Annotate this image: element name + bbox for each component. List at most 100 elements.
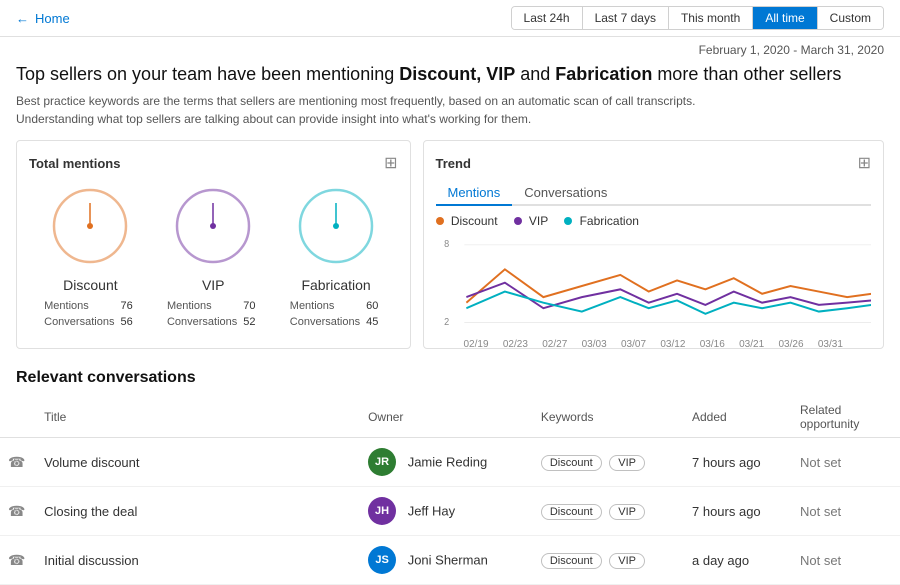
title-prefix: Top sellers on your team have been menti… bbox=[16, 64, 399, 84]
keyword-badge-vip-0[interactable]: VIP bbox=[609, 455, 645, 471]
th-opportunity: Related opportunity bbox=[792, 397, 900, 438]
x-label-0303: 03/03 bbox=[582, 339, 607, 350]
keyword-badge-discount-0[interactable]: Discount bbox=[541, 455, 602, 471]
svg-text:2: 2 bbox=[444, 317, 449, 328]
filter-last24h[interactable]: Last 24h bbox=[512, 7, 583, 29]
opportunity-cell-0: Not set bbox=[792, 438, 900, 487]
th-keywords: Keywords bbox=[533, 397, 684, 438]
th-title: Title bbox=[36, 397, 360, 438]
share-icon-mentions[interactable]: ⊞ bbox=[384, 153, 397, 173]
phone-icon-cell-2: ☎ bbox=[0, 536, 36, 585]
card-header-trend: Trend ⊞ bbox=[436, 153, 872, 173]
x-label-0219: 02/19 bbox=[464, 339, 489, 350]
breadcrumb[interactable]: ← Home bbox=[16, 11, 70, 26]
filter-thismonth[interactable]: This month bbox=[669, 7, 753, 29]
main-title: Top sellers on your team have been menti… bbox=[0, 59, 900, 92]
back-arrow: ← bbox=[16, 11, 29, 26]
legend-discount: Discount bbox=[436, 214, 498, 228]
filter-alltime[interactable]: All time bbox=[753, 7, 817, 29]
time-filters: Last 24h Last 7 days This month All time… bbox=[511, 6, 884, 30]
trend-legend: Discount VIP Fabrication bbox=[436, 214, 872, 228]
legend-dot-fabrication bbox=[564, 217, 572, 225]
legend-dot-vip bbox=[514, 217, 522, 225]
legend-label-vip: VIP bbox=[529, 214, 548, 228]
x-label-0312: 03/12 bbox=[660, 339, 685, 350]
owner-name-0: Jamie Reding bbox=[408, 455, 488, 470]
phone-icon-cell-0: ☎ bbox=[0, 438, 36, 487]
tab-mentions[interactable]: Mentions bbox=[436, 181, 513, 206]
owner-cell-2: JS Joni Sherman bbox=[360, 536, 533, 585]
subtitle-line2: Understanding what top sellers are talki… bbox=[16, 110, 884, 128]
title-cell-0[interactable]: Volume discount bbox=[36, 438, 360, 487]
discount-conv-val: 56 bbox=[120, 315, 136, 329]
x-label-0223: 02/23 bbox=[503, 339, 528, 350]
discount-mentions-val: 76 bbox=[120, 299, 136, 313]
top-nav: ← Home Last 24h Last 7 days This month A… bbox=[0, 0, 900, 37]
discount-label: Discount bbox=[63, 277, 117, 293]
title-keywords: Discount, VIP bbox=[399, 64, 515, 84]
fab-conv-val: 45 bbox=[366, 315, 382, 329]
keyword-badge-discount-2[interactable]: Discount bbox=[541, 553, 602, 569]
owner-name-1: Jeff Hay bbox=[408, 504, 455, 519]
mention-item-fabrication: Fabrication Mentions60 Conversations45 bbox=[288, 181, 385, 331]
avatar-2: JS bbox=[368, 546, 396, 574]
chart-x-labels: 02/19 02/23 02/27 03/03 03/07 03/12 03/1… bbox=[436, 339, 872, 350]
discount-mentions-label: Mentions bbox=[44, 299, 118, 313]
trend-card: Trend ⊞ Mentions Conversations Discount … bbox=[423, 140, 885, 349]
home-label[interactable]: Home bbox=[35, 11, 70, 26]
table-row: ☎ Closing the deal JH Jeff Hay Discount … bbox=[0, 487, 900, 536]
opportunity-cell-2: Not set bbox=[792, 536, 900, 585]
section-title-conversations: Relevant conversations bbox=[0, 361, 900, 397]
cards-row: Total mentions ⊞ Discount Mentions76 C bbox=[0, 140, 900, 361]
filter-last7days[interactable]: Last 7 days bbox=[583, 7, 669, 29]
mentions-items-row: Discount Mentions76 Conversations56 bbox=[29, 181, 398, 331]
legend-label-discount: Discount bbox=[451, 214, 498, 228]
avatar-0: JR bbox=[368, 448, 396, 476]
keyword-badge-discount-1[interactable]: Discount bbox=[541, 504, 602, 520]
th-icon-spacer bbox=[0, 397, 36, 438]
title-cell-2[interactable]: Initial discussion bbox=[36, 536, 360, 585]
phone-icon-cell-1: ☎ bbox=[0, 487, 36, 536]
fabrication-label: Fabrication bbox=[301, 277, 370, 293]
date-range: February 1, 2020 - March 31, 2020 bbox=[0, 37, 900, 59]
legend-vip: VIP bbox=[514, 214, 549, 228]
vip-stats: Mentions70 Conversations52 bbox=[165, 297, 262, 331]
circle-vip bbox=[168, 181, 258, 271]
mention-item-vip: VIP Mentions70 Conversations52 bbox=[165, 181, 262, 331]
table-row: ☎ Initial discussion JS Joni Sherman Dis… bbox=[0, 536, 900, 585]
legend-dot-discount bbox=[436, 217, 444, 225]
svg-text:8: 8 bbox=[444, 239, 449, 250]
fab-mentions-val: 60 bbox=[366, 299, 382, 313]
title-and: and bbox=[515, 64, 555, 84]
keyword-badge-vip-1[interactable]: VIP bbox=[609, 504, 645, 520]
discount-conv-label: Conversations bbox=[44, 315, 118, 329]
title-keyword2: Fabrication bbox=[555, 64, 652, 84]
title-cell-1[interactable]: Closing the deal bbox=[36, 487, 360, 536]
subtitle-line1: Best practice keywords are the terms tha… bbox=[16, 92, 884, 110]
keywords-cell-2: Discount VIP bbox=[533, 536, 684, 585]
card-header-mentions: Total mentions ⊞ bbox=[29, 153, 398, 173]
th-owner: Owner bbox=[360, 397, 533, 438]
keyword-badge-vip-2[interactable]: VIP bbox=[609, 553, 645, 569]
owner-cell-0: JR Jamie Reding bbox=[360, 438, 533, 487]
owner-name-2: Joni Sherman bbox=[408, 553, 488, 568]
added-cell-2: a day ago bbox=[684, 536, 792, 585]
circle-fabrication bbox=[291, 181, 381, 271]
vip-label: VIP bbox=[202, 277, 225, 293]
legend-label-fabrication: Fabrication bbox=[580, 214, 639, 228]
th-added: Added bbox=[684, 397, 792, 438]
share-icon-trend[interactable]: ⊞ bbox=[858, 153, 871, 173]
mention-item-discount: Discount Mentions76 Conversations56 bbox=[42, 181, 139, 331]
avatar-1: JH bbox=[368, 497, 396, 525]
table-header: Title Owner Keywords Added Related oppor… bbox=[0, 397, 900, 438]
fab-conv-label: Conversations bbox=[290, 315, 364, 329]
table-row: ☎ Volume discount JR Jamie Reding Discou… bbox=[0, 438, 900, 487]
tab-conversations[interactable]: Conversations bbox=[512, 181, 619, 206]
phone-icon-1: ☎ bbox=[8, 503, 25, 519]
vip-mentions-label: Mentions bbox=[167, 299, 241, 313]
chart-area: 8 2 02/19 02/23 02/27 03/03 03/07 03/12 … bbox=[436, 236, 872, 336]
discount-stats: Mentions76 Conversations56 bbox=[42, 297, 139, 331]
keywords-cell-1: Discount VIP bbox=[533, 487, 684, 536]
total-mentions-card: Total mentions ⊞ Discount Mentions76 C bbox=[16, 140, 411, 349]
filter-custom[interactable]: Custom bbox=[818, 7, 883, 29]
